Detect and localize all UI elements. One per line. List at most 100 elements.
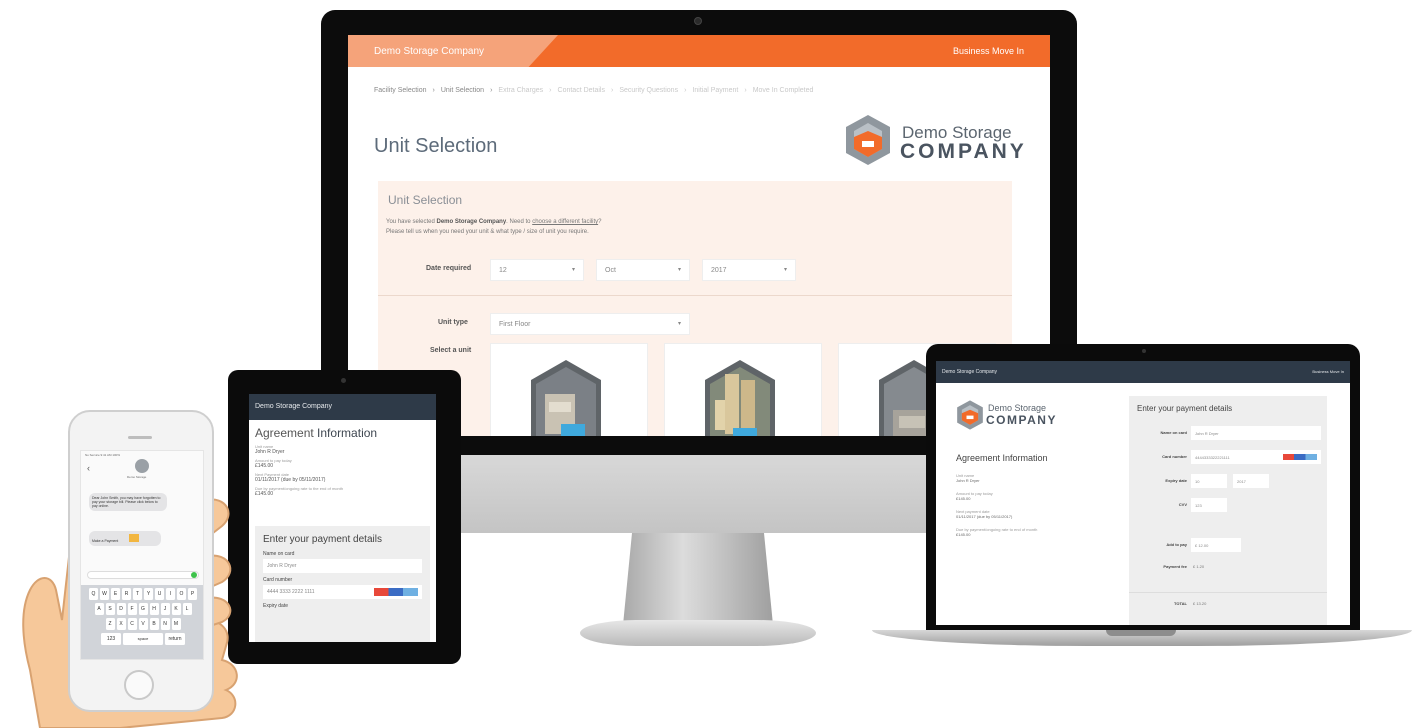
- add-to-pay-input[interactable]: £ 12.00: [1191, 538, 1241, 552]
- key[interactable]: A: [94, 603, 104, 615]
- back-arrow-icon[interactable]: ‹: [87, 463, 90, 473]
- breadcrumb: Facility Selection › Unit Selection › Extra …: [374, 87, 819, 94]
- intro-prefix: You have selected: [386, 219, 437, 225]
- month-select[interactable]: Oct ▾: [596, 259, 690, 281]
- day-select[interactable]: 12 ▾: [490, 259, 584, 281]
- key[interactable]: B: [149, 618, 159, 630]
- breadcrumb-item[interactable]: Security Questions: [619, 87, 678, 94]
- breadcrumb-item[interactable]: Unit Selection: [441, 87, 484, 94]
- key[interactable]: P: [188, 588, 197, 600]
- key[interactable]: K: [171, 603, 181, 615]
- cvv-input[interactable]: 123: [1191, 498, 1227, 512]
- key[interactable]: O: [177, 588, 186, 600]
- key[interactable]: I: [166, 588, 175, 600]
- key[interactable]: F: [127, 603, 137, 615]
- key[interactable]: X: [116, 618, 126, 630]
- key[interactable]: S: [105, 603, 115, 615]
- home-button[interactable]: [124, 670, 154, 700]
- total-value: £ 13.20: [1193, 601, 1207, 606]
- card-number-label: Card number: [263, 577, 293, 583]
- key[interactable]: L: [182, 603, 192, 615]
- unit-type-select[interactable]: First Floor ▾: [490, 313, 690, 335]
- monitor-base: [580, 620, 816, 646]
- breadcrumb-item[interactable]: Initial Payment: [692, 87, 738, 94]
- payment-panel: Enter your payment details Name on card …: [255, 526, 430, 642]
- card-number-label: Card number: [1162, 454, 1187, 459]
- camera-icon: [341, 378, 346, 383]
- key[interactable]: Y: [144, 588, 153, 600]
- tablet-top-bar[interactable]: Demo Storage Company: [249, 394, 436, 420]
- key[interactable]: Q: [89, 588, 98, 600]
- key[interactable]: N: [160, 618, 170, 630]
- card-brands-icon: [1283, 454, 1317, 460]
- key[interactable]: J: [160, 603, 170, 615]
- breadcrumb-item[interactable]: Extra Charges: [498, 87, 543, 94]
- chevron-right-icon: ›: [744, 87, 747, 94]
- name-on-card-label: Name on card: [263, 551, 295, 557]
- breadcrumb-item[interactable]: Contact Details: [558, 87, 605, 94]
- change-facility-link[interactable]: choose a different facility: [532, 219, 598, 225]
- name-on-card-input[interactable]: John R Dryer: [1191, 426, 1321, 440]
- business-move-in-link[interactable]: Business Move In: [953, 46, 1024, 56]
- payment-title: Enter your payment details: [263, 534, 382, 545]
- unit-card[interactable]: [664, 343, 822, 436]
- key[interactable]: V: [138, 618, 148, 630]
- logo-text-bottom: COMPANY: [986, 413, 1057, 427]
- keyboard-row: ASDFGHJKL: [84, 603, 202, 615]
- key[interactable]: E: [111, 588, 120, 600]
- year-select[interactable]: 2017 ▾: [702, 259, 796, 281]
- payment-link[interactable]: Make a Payment: [92, 539, 118, 543]
- brand-link[interactable]: Demo Storage Company: [942, 369, 997, 375]
- return-key[interactable]: return: [165, 633, 185, 645]
- agreement-row-value: £145.00: [956, 496, 971, 501]
- key[interactable]: G: [138, 603, 148, 615]
- message-bubble: Dear John Smith, you may have forgotten …: [89, 493, 167, 511]
- phone-screen: No Service 9:41 AM 100% ‹ Demo Storage D…: [80, 450, 204, 660]
- card-number-input[interactable]: 4444333322221111: [1191, 450, 1321, 464]
- agreement-row: Due by payment/ongoing rate to end of mo…: [956, 527, 1037, 537]
- payment-fee-label: Payment fee: [1163, 564, 1187, 569]
- expiry-date-label: Expiry date: [1165, 478, 1187, 483]
- expiry-year-input[interactable]: 2017: [1233, 474, 1269, 488]
- key[interactable]: D: [116, 603, 126, 615]
- add-to-pay-row: Add to pay £ 12.00: [1129, 538, 1327, 552]
- monitor-stand: [623, 533, 773, 625]
- key[interactable]: C: [127, 618, 137, 630]
- key[interactable]: U: [155, 588, 164, 600]
- panel-title: Unit Selection: [388, 193, 463, 207]
- expiry-month-input[interactable]: 10: [1191, 474, 1227, 488]
- chevron-right-icon: ›: [610, 87, 614, 94]
- breadcrumb-item[interactable]: Move In Completed: [753, 87, 814, 94]
- key[interactable]: Z: [105, 618, 115, 630]
- total-label: TOTAL: [1174, 601, 1187, 606]
- brand-link[interactable]: Demo Storage Company: [374, 46, 484, 57]
- payment-link-bubble[interactable]: Make a Payment: [89, 531, 161, 546]
- intro-line-2: Please tell us when you need your unit &…: [386, 229, 589, 235]
- key[interactable]: R: [122, 588, 131, 600]
- agreement-row-value: £145.00: [255, 491, 274, 497]
- chevron-down-icon: ▾: [783, 267, 787, 273]
- avatar[interactable]: [135, 459, 149, 473]
- unit-card[interactable]: [490, 343, 648, 436]
- business-move-in-link[interactable]: Business Move In: [1312, 369, 1344, 374]
- logo-text-top: Demo Storage: [988, 403, 1047, 413]
- agreement-row: Unit name John R Dryer: [255, 444, 430, 455]
- agreement-row-value: £145.00: [255, 463, 274, 469]
- key[interactable]: M: [171, 618, 181, 630]
- card-number-value: 4444333322221111: [1195, 455, 1230, 460]
- key[interactable]: W: [100, 588, 109, 600]
- chevron-down-icon: ▾: [677, 267, 681, 273]
- chevron-right-icon: ›: [684, 87, 687, 94]
- space-key[interactable]: space: [123, 633, 163, 645]
- card-number-input[interactable]: 4444 3333 2222 1111: [263, 585, 422, 599]
- send-icon[interactable]: [191, 572, 197, 578]
- breadcrumb-item[interactable]: Facility Selection: [374, 87, 427, 94]
- key[interactable]: T: [133, 588, 142, 600]
- key[interactable]: H: [149, 603, 159, 615]
- keyboard-row: 123 space return: [84, 633, 202, 645]
- numbers-key[interactable]: 123: [101, 633, 121, 645]
- name-on-card-row: Name on card John R Dryer: [1129, 426, 1327, 440]
- company-logo: Demo Storage COMPANY: [956, 399, 1056, 433]
- message-input[interactable]: [87, 571, 199, 579]
- name-on-card-input[interactable]: John R Dryer: [263, 559, 422, 573]
